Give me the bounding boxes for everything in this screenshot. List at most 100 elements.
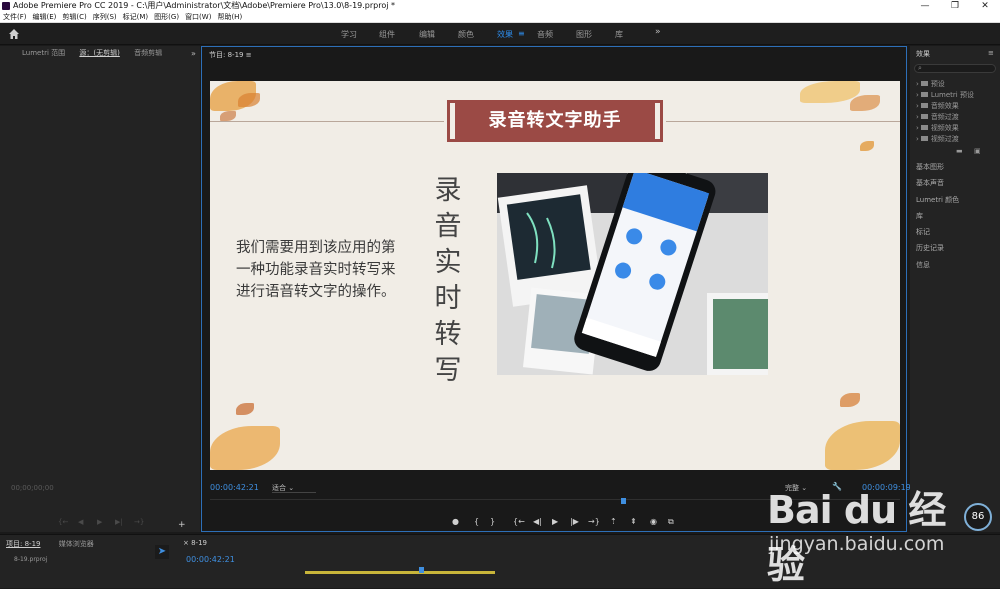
source-mark-out-icon[interactable]: →} — [134, 518, 144, 526]
mark-in-icon[interactable]: { — [474, 517, 479, 526]
leaf-decoration — [850, 95, 880, 111]
menu-bar: 文件(F) 编辑(E) 剪辑(C) 序列(S) 标记(M) 图形(G) 窗口(W) 帮助(H) — [0, 12, 1000, 23]
project-file-name: 8-19.prproj — [14, 556, 48, 563]
watermark-url: jingyan.baidu.com — [769, 533, 945, 555]
tab-lumetri-scopes[interactable]: Lumetri 范围 — [22, 46, 65, 60]
fit-dropdown[interactable]: 适合 ⌄ — [272, 483, 316, 493]
leaf-decoration — [825, 421, 900, 470]
menu-help[interactable]: 帮助(H) — [214, 12, 245, 23]
menu-sequence[interactable]: 序列(S) — [90, 12, 120, 23]
slide-body-text: 我们需要用到该应用的第一种功能录音实时转写来进行语音转文字的操作。 — [236, 240, 396, 300]
home-icon[interactable] — [8, 28, 20, 40]
vertical-char: 音 — [434, 211, 462, 242]
workspace-tab-color[interactable]: 颜色 — [458, 29, 474, 40]
play-icon[interactable]: ▶ — [552, 517, 558, 526]
fx-folder-audio-transitions[interactable]: › 音频过渡 — [916, 112, 959, 122]
vertical-char: 写 — [434, 355, 462, 386]
effects-panel: 效果 ≡ ⌕ › 预设 › Lumetri 预设 › 音频效果 › 音频过渡 › 视频效果… — [910, 46, 1000, 532]
search-icon: ⌕ — [918, 64, 922, 72]
tab-media-browser[interactable]: 媒体浏览器 — [59, 540, 94, 548]
panel-essential-sound[interactable]: 基本声音 — [916, 178, 944, 188]
slide-title: 录音转文字助手 — [488, 110, 622, 131]
menu-window[interactable]: 窗口(W) — [182, 12, 214, 23]
panel-lumetri-color[interactable]: Lumetri 颜色 — [916, 195, 959, 205]
timeline-playhead[interactable] — [419, 567, 424, 573]
workspace-menu-icon[interactable]: ≡ — [518, 29, 525, 38]
step-forward-icon[interactable]: |▶ — [570, 517, 579, 526]
lift-icon[interactable]: ⇡ — [610, 517, 617, 526]
add-marker-icon[interactable]: ● — [452, 517, 459, 526]
leaf-decoration — [840, 393, 860, 407]
comparison-view-icon[interactable]: ⧉ — [668, 517, 674, 527]
panel-history[interactable]: 历史记录 — [916, 243, 944, 253]
folder-icon — [920, 136, 928, 141]
tab-audio-clip-mixer[interactable]: 音频剪辑 — [134, 46, 162, 60]
baidu-jingyan-watermark: Bai du 经验 jingyan.baidu.com — [767, 479, 957, 587]
title-divider-right — [666, 121, 900, 122]
program-monitor-title: 节目: 8-19 ≡ — [209, 51, 252, 59]
fx-folder-lumetri-presets[interactable]: › Lumetri 预设 — [916, 90, 974, 100]
minimize-button[interactable]: — — [910, 0, 940, 12]
slide-frame: 录音转文字助手 我们需要用到该应用的第一种功能录音实时转写来进行语音转文字的操作… — [210, 81, 900, 470]
workspace-tab-editing[interactable]: 编辑 — [419, 29, 435, 40]
menu-file[interactable]: 文件(F) — [0, 12, 30, 23]
folder-icon — [920, 81, 928, 86]
menu-marker[interactable]: 标记(M) — [120, 12, 152, 23]
workspace-tab-libraries[interactable]: 库 — [615, 29, 623, 40]
maximize-button[interactable]: ❐ — [940, 0, 970, 12]
tab-source[interactable]: 源：(无剪辑) — [79, 46, 119, 60]
new-bin-icon[interactable]: ▬ — [956, 147, 963, 155]
fx-folder-presets[interactable]: › 预设 — [916, 79, 945, 89]
vertical-char: 实 — [434, 247, 462, 278]
panel-essential-graphics[interactable]: 基本图形 — [916, 162, 944, 172]
close-button[interactable]: ✕ — [970, 0, 1000, 12]
menu-graphics[interactable]: 图形(G) — [151, 12, 182, 23]
fx-folder-audio-effects[interactable]: › 音频效果 — [916, 101, 959, 111]
menu-edit[interactable]: 编辑(E) — [30, 12, 60, 23]
source-mark-in-icon[interactable]: {← — [58, 518, 68, 526]
menu-clip[interactable]: 剪辑(C) — [59, 12, 89, 23]
source-timecode[interactable]: 00;00;00;00 — [11, 484, 54, 492]
workspace-overflow-button[interactable]: » — [655, 27, 661, 37]
program-monitor: 节目: 8-19 ≡ 录音转文字助手 我们需要用到该应用的第一种功能录音实时转写… — [201, 46, 911, 532]
workspace-tab-audio[interactable]: 音频 — [537, 29, 553, 40]
leaf-decoration — [860, 141, 874, 151]
fx-folder-video-transitions[interactable]: › 视频过渡 — [916, 134, 959, 144]
source-add-button-icon[interactable]: + — [178, 520, 186, 530]
workspace-tab-assembly[interactable]: 组件 — [379, 29, 395, 40]
phone-app-photo — [497, 173, 768, 375]
program-playhead[interactable] — [621, 498, 626, 504]
timeline-work-area-bar[interactable] — [305, 571, 495, 574]
panel-markers[interactable]: 标记 — [916, 227, 930, 237]
source-step-back-icon[interactable]: ◀ — [78, 518, 83, 526]
source-play-icon[interactable]: ▶ — [97, 518, 102, 526]
fx-folder-video-effects[interactable]: › 视频效果 — [916, 123, 959, 133]
source-step-forward-icon[interactable]: ▶| — [115, 518, 123, 526]
workspace-tab-effects[interactable]: 效果 — [497, 29, 513, 40]
mark-out-icon[interactable]: } — [490, 517, 495, 526]
timeline-tab[interactable]: × 8-19 — [183, 539, 207, 547]
workspace-tab-learn[interactable]: 学习 — [341, 29, 357, 40]
slide-title-box: 录音转文字助手 — [447, 100, 663, 142]
tab-project[interactable]: 项目: 8-19 — [6, 540, 40, 548]
effects-menu-icon[interactable]: ≡ — [988, 49, 994, 57]
step-back-icon[interactable]: ◀| — [533, 517, 542, 526]
extract-icon[interactable]: ⇞ — [630, 517, 637, 526]
selection-tool-icon[interactable]: ➤ — [155, 545, 169, 559]
effects-search-input[interactable]: ⌕ — [914, 64, 996, 73]
new-preset-icon[interactable]: ▣ — [974, 147, 981, 155]
go-to-out-icon[interactable]: →} — [588, 517, 600, 526]
leaf-decoration — [210, 426, 280, 470]
go-to-in-icon[interactable]: {← — [513, 517, 525, 526]
leaf-decoration — [236, 403, 254, 415]
effects-panel-title: 效果 — [916, 50, 930, 58]
vertical-char: 录 — [434, 175, 462, 206]
panel-libraries[interactable]: 库 — [916, 211, 923, 221]
performance-badge[interactable]: 86 — [964, 503, 992, 531]
source-overflow-button[interactable]: » — [191, 49, 196, 58]
timeline-timecode[interactable]: 00:00:42:21 — [186, 555, 235, 564]
panel-info[interactable]: 信息 — [916, 260, 930, 270]
program-timecode[interactable]: 00:00:42:21 — [210, 483, 259, 492]
workspace-tab-graphics[interactable]: 图形 — [576, 29, 592, 40]
export-frame-icon[interactable]: ◉ — [650, 517, 657, 526]
